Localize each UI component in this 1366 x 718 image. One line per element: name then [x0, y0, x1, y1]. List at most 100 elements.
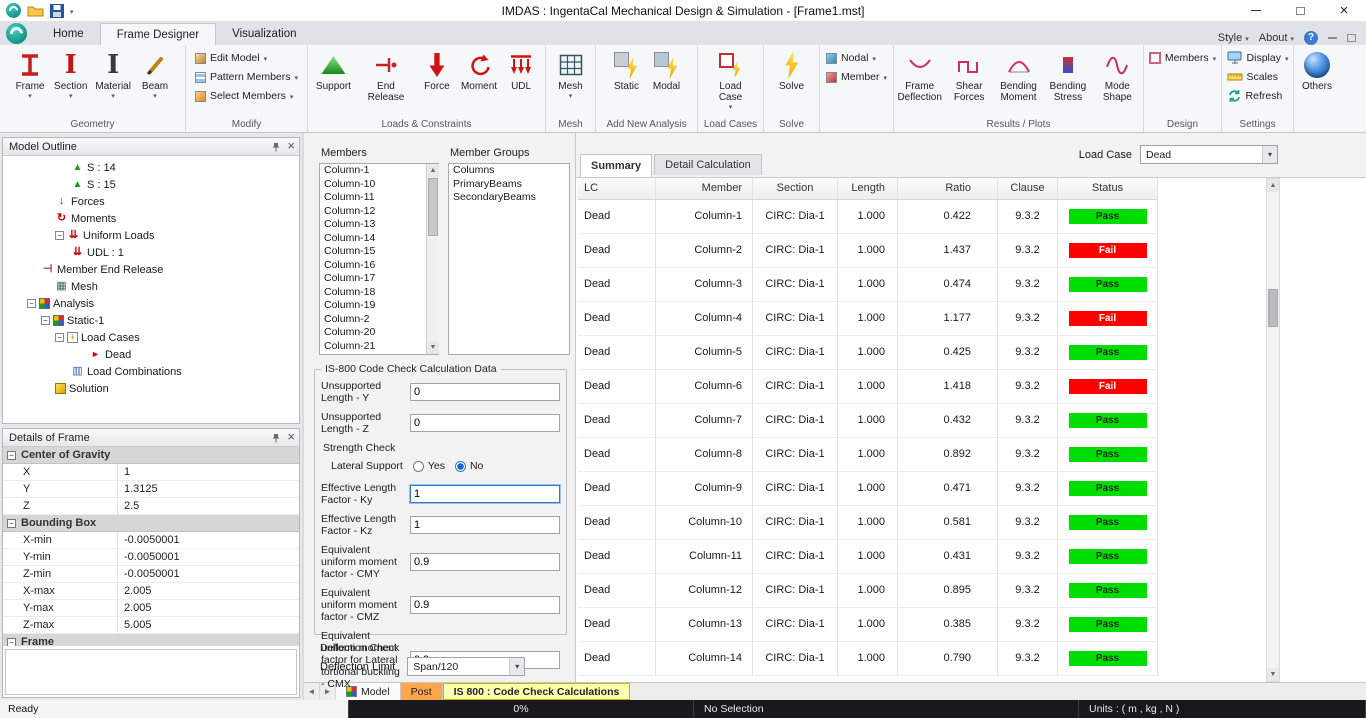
field-input[interactable]	[410, 516, 560, 534]
tab-detail-calculation[interactable]: Detail Calculation	[654, 154, 762, 175]
style-menu[interactable]: Style	[1218, 32, 1249, 44]
details-section-header[interactable]: Bounding Box	[3, 515, 299, 532]
scroll-up-icon[interactable]	[427, 164, 439, 177]
list-item[interactable]: PrimaryBeams	[449, 178, 569, 192]
beam-button[interactable]: Beam	[136, 47, 174, 100]
list-item[interactable]: Column-18	[320, 286, 425, 300]
list-item[interactable]: SecondaryBeams	[449, 191, 569, 205]
open-file-button[interactable]	[27, 4, 44, 17]
list-item[interactable]: Column-17	[320, 272, 425, 286]
moment-button[interactable]: Moment	[458, 47, 500, 92]
scroll-down-icon[interactable]	[1267, 668, 1279, 681]
static-analysis-button[interactable]: Static	[608, 47, 646, 92]
udl-button[interactable]: UDL	[502, 47, 540, 92]
list-item[interactable]: Columns	[449, 164, 569, 178]
tree-item[interactable]: S : 15	[3, 176, 299, 193]
members-list[interactable]: Column-1Column-10Column-11Column-12Colum…	[319, 163, 439, 355]
tree-item[interactable]: Static-1	[3, 312, 299, 329]
load-case-button[interactable]: Load Case	[711, 47, 751, 111]
scroll-up-icon[interactable]	[1267, 179, 1279, 192]
results-table-scrollbar[interactable]	[1266, 178, 1280, 682]
scrollbar-thumb[interactable]	[1268, 289, 1278, 327]
support-button[interactable]: Support	[313, 47, 354, 92]
tree-expander-icon[interactable]	[55, 333, 64, 342]
frame-button[interactable]: Frame	[11, 47, 49, 100]
tab-summary[interactable]: Summary	[580, 154, 652, 177]
details-section-header[interactable]: Center of Gravity	[3, 447, 299, 464]
collapse-icon[interactable]	[7, 638, 16, 647]
tree-item[interactable]: Dead	[3, 346, 299, 363]
collapse-icon[interactable]	[7, 519, 16, 528]
table-row[interactable]: DeadColumn-3CIRC: Dia-11.0000.4749.3.2Pa…	[578, 268, 1158, 302]
table-row[interactable]: DeadColumn-13CIRC: Dia-11.0000.3859.3.2P…	[578, 608, 1158, 642]
details-property-value[interactable]: 2.005	[118, 600, 299, 616]
tree-item[interactable]: Solution	[3, 380, 299, 397]
material-button[interactable]: Material	[92, 47, 134, 100]
column-header[interactable]: Status	[1058, 178, 1158, 199]
display-button[interactable]: Display	[1223, 49, 1293, 67]
list-item[interactable]: Column-1	[320, 164, 425, 178]
field-input[interactable]	[410, 596, 560, 614]
tree-item[interactable]: Forces	[3, 193, 299, 210]
list-item[interactable]: Column-12	[320, 205, 425, 219]
end-release-button[interactable]: End Release	[356, 47, 416, 103]
force-button[interactable]: Force	[418, 47, 456, 92]
table-row[interactable]: DeadColumn-2CIRC: Dia-11.0001.4379.3.2Fa…	[578, 234, 1158, 268]
list-item[interactable]: Column-11	[320, 191, 425, 205]
restore-ribbon-icon[interactable]	[1347, 34, 1356, 42]
tree-item[interactable]: Uniform Loads	[3, 227, 299, 244]
details-property-value[interactable]: 2.005	[118, 583, 299, 599]
details-property-value[interactable]: -0.0050001	[118, 532, 299, 548]
tree-item[interactable]: S : 14	[3, 159, 299, 176]
lateral-support-no-radio[interactable]: No	[455, 460, 483, 472]
maximize-button[interactable]	[1278, 0, 1322, 22]
list-item[interactable]: Column-21	[320, 340, 425, 354]
details-property-value[interactable]: -0.0050001	[118, 566, 299, 582]
column-header[interactable]: LC	[578, 178, 656, 199]
table-row[interactable]: DeadColumn-10CIRC: Dia-11.0000.5819.3.2P…	[578, 506, 1158, 540]
table-row[interactable]: DeadColumn-6CIRC: Dia-11.0001.4189.3.2Fa…	[578, 370, 1158, 404]
load-case-select[interactable]: Dead	[1140, 145, 1278, 164]
field-input[interactable]	[410, 383, 560, 401]
others-button[interactable]: Others	[1298, 47, 1336, 92]
about-menu[interactable]: About	[1259, 32, 1294, 44]
list-item[interactable]: Column-10	[320, 178, 425, 192]
field-input[interactable]	[410, 485, 560, 503]
table-row[interactable]: DeadColumn-7CIRC: Dia-11.0000.4329.3.2Pa…	[578, 404, 1158, 438]
tree-expander-icon[interactable]	[55, 231, 64, 240]
minimize-button[interactable]	[1234, 0, 1278, 22]
scrollbar-thumb[interactable]	[428, 178, 438, 236]
column-header[interactable]: Ratio	[898, 178, 998, 199]
tree-item[interactable]: Mesh	[3, 278, 299, 295]
select-members-button[interactable]: Select Members	[191, 87, 302, 105]
details-property-value[interactable]: 1.3125	[118, 481, 299, 497]
edit-model-button[interactable]: Edit Model	[191, 49, 302, 67]
scroll-down-icon[interactable]	[427, 341, 439, 354]
save-button[interactable]	[50, 4, 64, 18]
pin-icon[interactable]	[271, 142, 281, 152]
tree-item[interactable]: Analysis	[3, 295, 299, 312]
tree-item[interactable]: Load Cases	[3, 329, 299, 346]
column-header[interactable]: Member	[656, 178, 753, 199]
table-row[interactable]: DeadColumn-11CIRC: Dia-11.0000.4319.3.2P…	[578, 540, 1158, 574]
details-property-value[interactable]: -0.0050001	[118, 549, 299, 565]
ribbon-tab-visualization[interactable]: Visualization	[216, 23, 312, 45]
deflection-limit-select[interactable]: Span/120	[407, 657, 525, 676]
tree-expander-icon[interactable]	[27, 299, 36, 308]
details-property-value[interactable]: 2.5	[118, 498, 299, 514]
list-item[interactable]: Column-2	[320, 313, 425, 327]
app-logo-button[interactable]	[6, 23, 27, 44]
qat-customize-icon[interactable]	[70, 5, 74, 17]
modal-analysis-button[interactable]: Modal	[648, 47, 686, 92]
tree-expander-icon[interactable]	[41, 316, 50, 325]
section-button[interactable]: Section	[51, 47, 90, 100]
lateral-support-yes-radio[interactable]: Yes	[413, 460, 445, 472]
table-row[interactable]: DeadColumn-4CIRC: Dia-11.0001.1779.3.2Fa…	[578, 302, 1158, 336]
bending-moment-button[interactable]: Bending Moment	[995, 47, 1042, 103]
refresh-button[interactable]: Refresh	[1223, 87, 1293, 105]
list-item[interactable]: Column-13	[320, 218, 425, 232]
details-property-value[interactable]: 5.005	[118, 617, 299, 633]
solve-button[interactable]: Solve	[773, 47, 811, 92]
bending-stress-button[interactable]: Bending Stress	[1044, 47, 1091, 103]
close-panel-icon[interactable]	[287, 140, 295, 153]
